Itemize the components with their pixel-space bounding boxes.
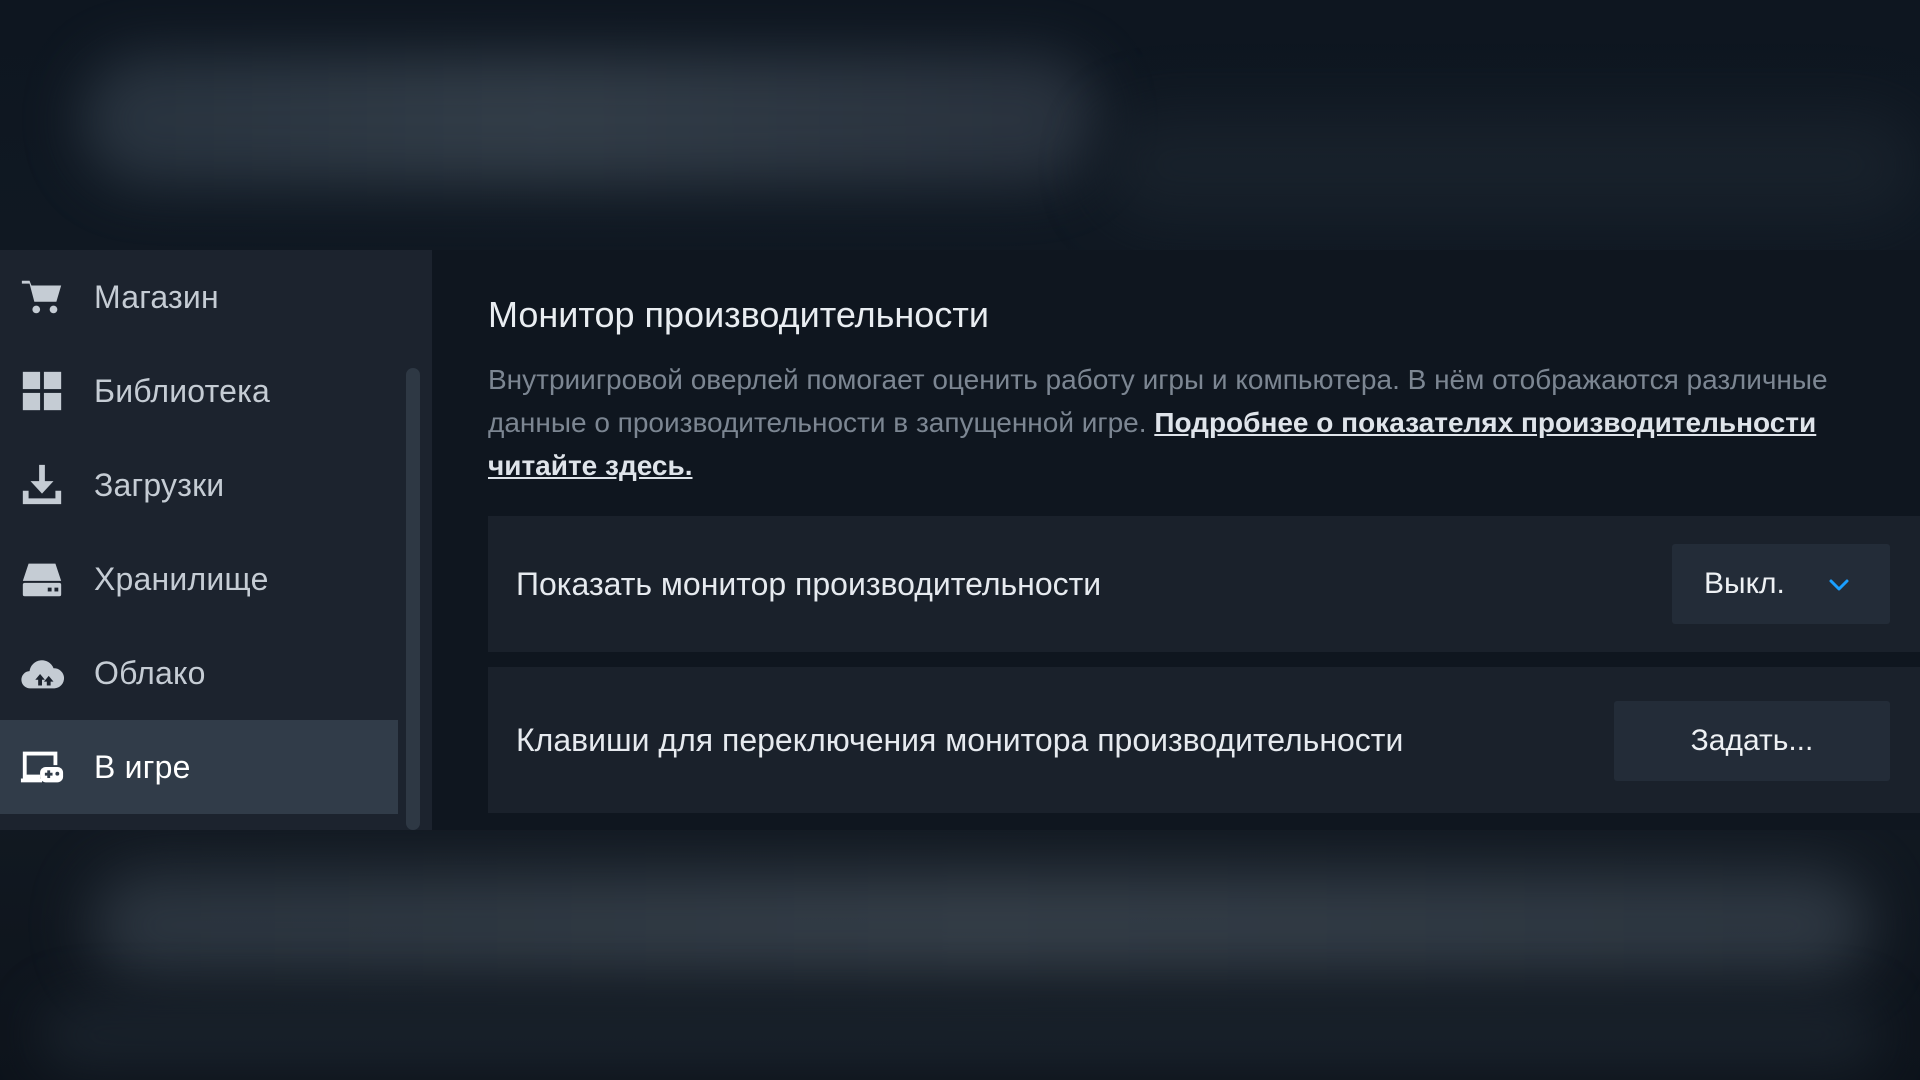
section-description: Внутриигровой оверлей помогает оценить р… xyxy=(488,358,1888,487)
sidebar-item-cloud[interactable]: Облако xyxy=(0,626,398,720)
in-game-icon xyxy=(18,743,66,791)
sidebar-scrollbar[interactable] xyxy=(406,368,420,830)
grid-icon xyxy=(18,367,66,415)
sidebar-item-label: Магазин xyxy=(94,278,219,315)
cloud-sync-icon xyxy=(18,649,66,697)
blurred-background-bottom xyxy=(0,830,1920,1080)
blurred-background-top xyxy=(0,0,1920,250)
section-title: Монитор производительности xyxy=(488,294,989,335)
setting-row-show-monitor: Показать монитор производительности Выкл… xyxy=(488,516,1920,652)
sidebar-item-label: Загрузки xyxy=(94,466,225,503)
chevron-down-icon xyxy=(1829,579,1849,591)
sidebar-item-store[interactable]: Магазин xyxy=(0,250,398,344)
dropdown-value: Выкл. xyxy=(1704,567,1785,600)
sidebar-item-storage[interactable]: Хранилище xyxy=(0,532,398,626)
setting-row-toggle-keys: Клавиши для переключения монитора произв… xyxy=(488,667,1920,813)
setting-label: Клавиши для переключения монитора произв… xyxy=(516,721,1404,758)
sidebar-item-label: Облако xyxy=(94,654,206,691)
sidebar-item-label: Хранилище xyxy=(94,560,269,597)
sidebar-item-library[interactable]: Библиотека xyxy=(0,344,398,438)
settings-panel: Монитор производительности Внутриигровой… xyxy=(432,250,1920,830)
sidebar-item-label: Библиотека xyxy=(94,372,270,409)
sidebar-item-label: В игре xyxy=(94,748,191,785)
storage-drive-icon xyxy=(18,555,66,603)
show-monitor-dropdown[interactable]: Выкл. xyxy=(1672,544,1890,624)
setting-label: Показать монитор производительности xyxy=(516,565,1102,602)
sidebar-item-downloads[interactable]: Загрузки xyxy=(0,438,398,532)
assign-keys-button[interactable]: Задать... xyxy=(1614,701,1890,781)
cart-icon xyxy=(18,273,66,321)
sidebar-item-in-game[interactable]: В игре xyxy=(0,720,398,814)
settings-sidebar: Магазин Библиотека Загрузки Хранилище Об… xyxy=(0,250,432,830)
download-icon xyxy=(18,461,66,509)
